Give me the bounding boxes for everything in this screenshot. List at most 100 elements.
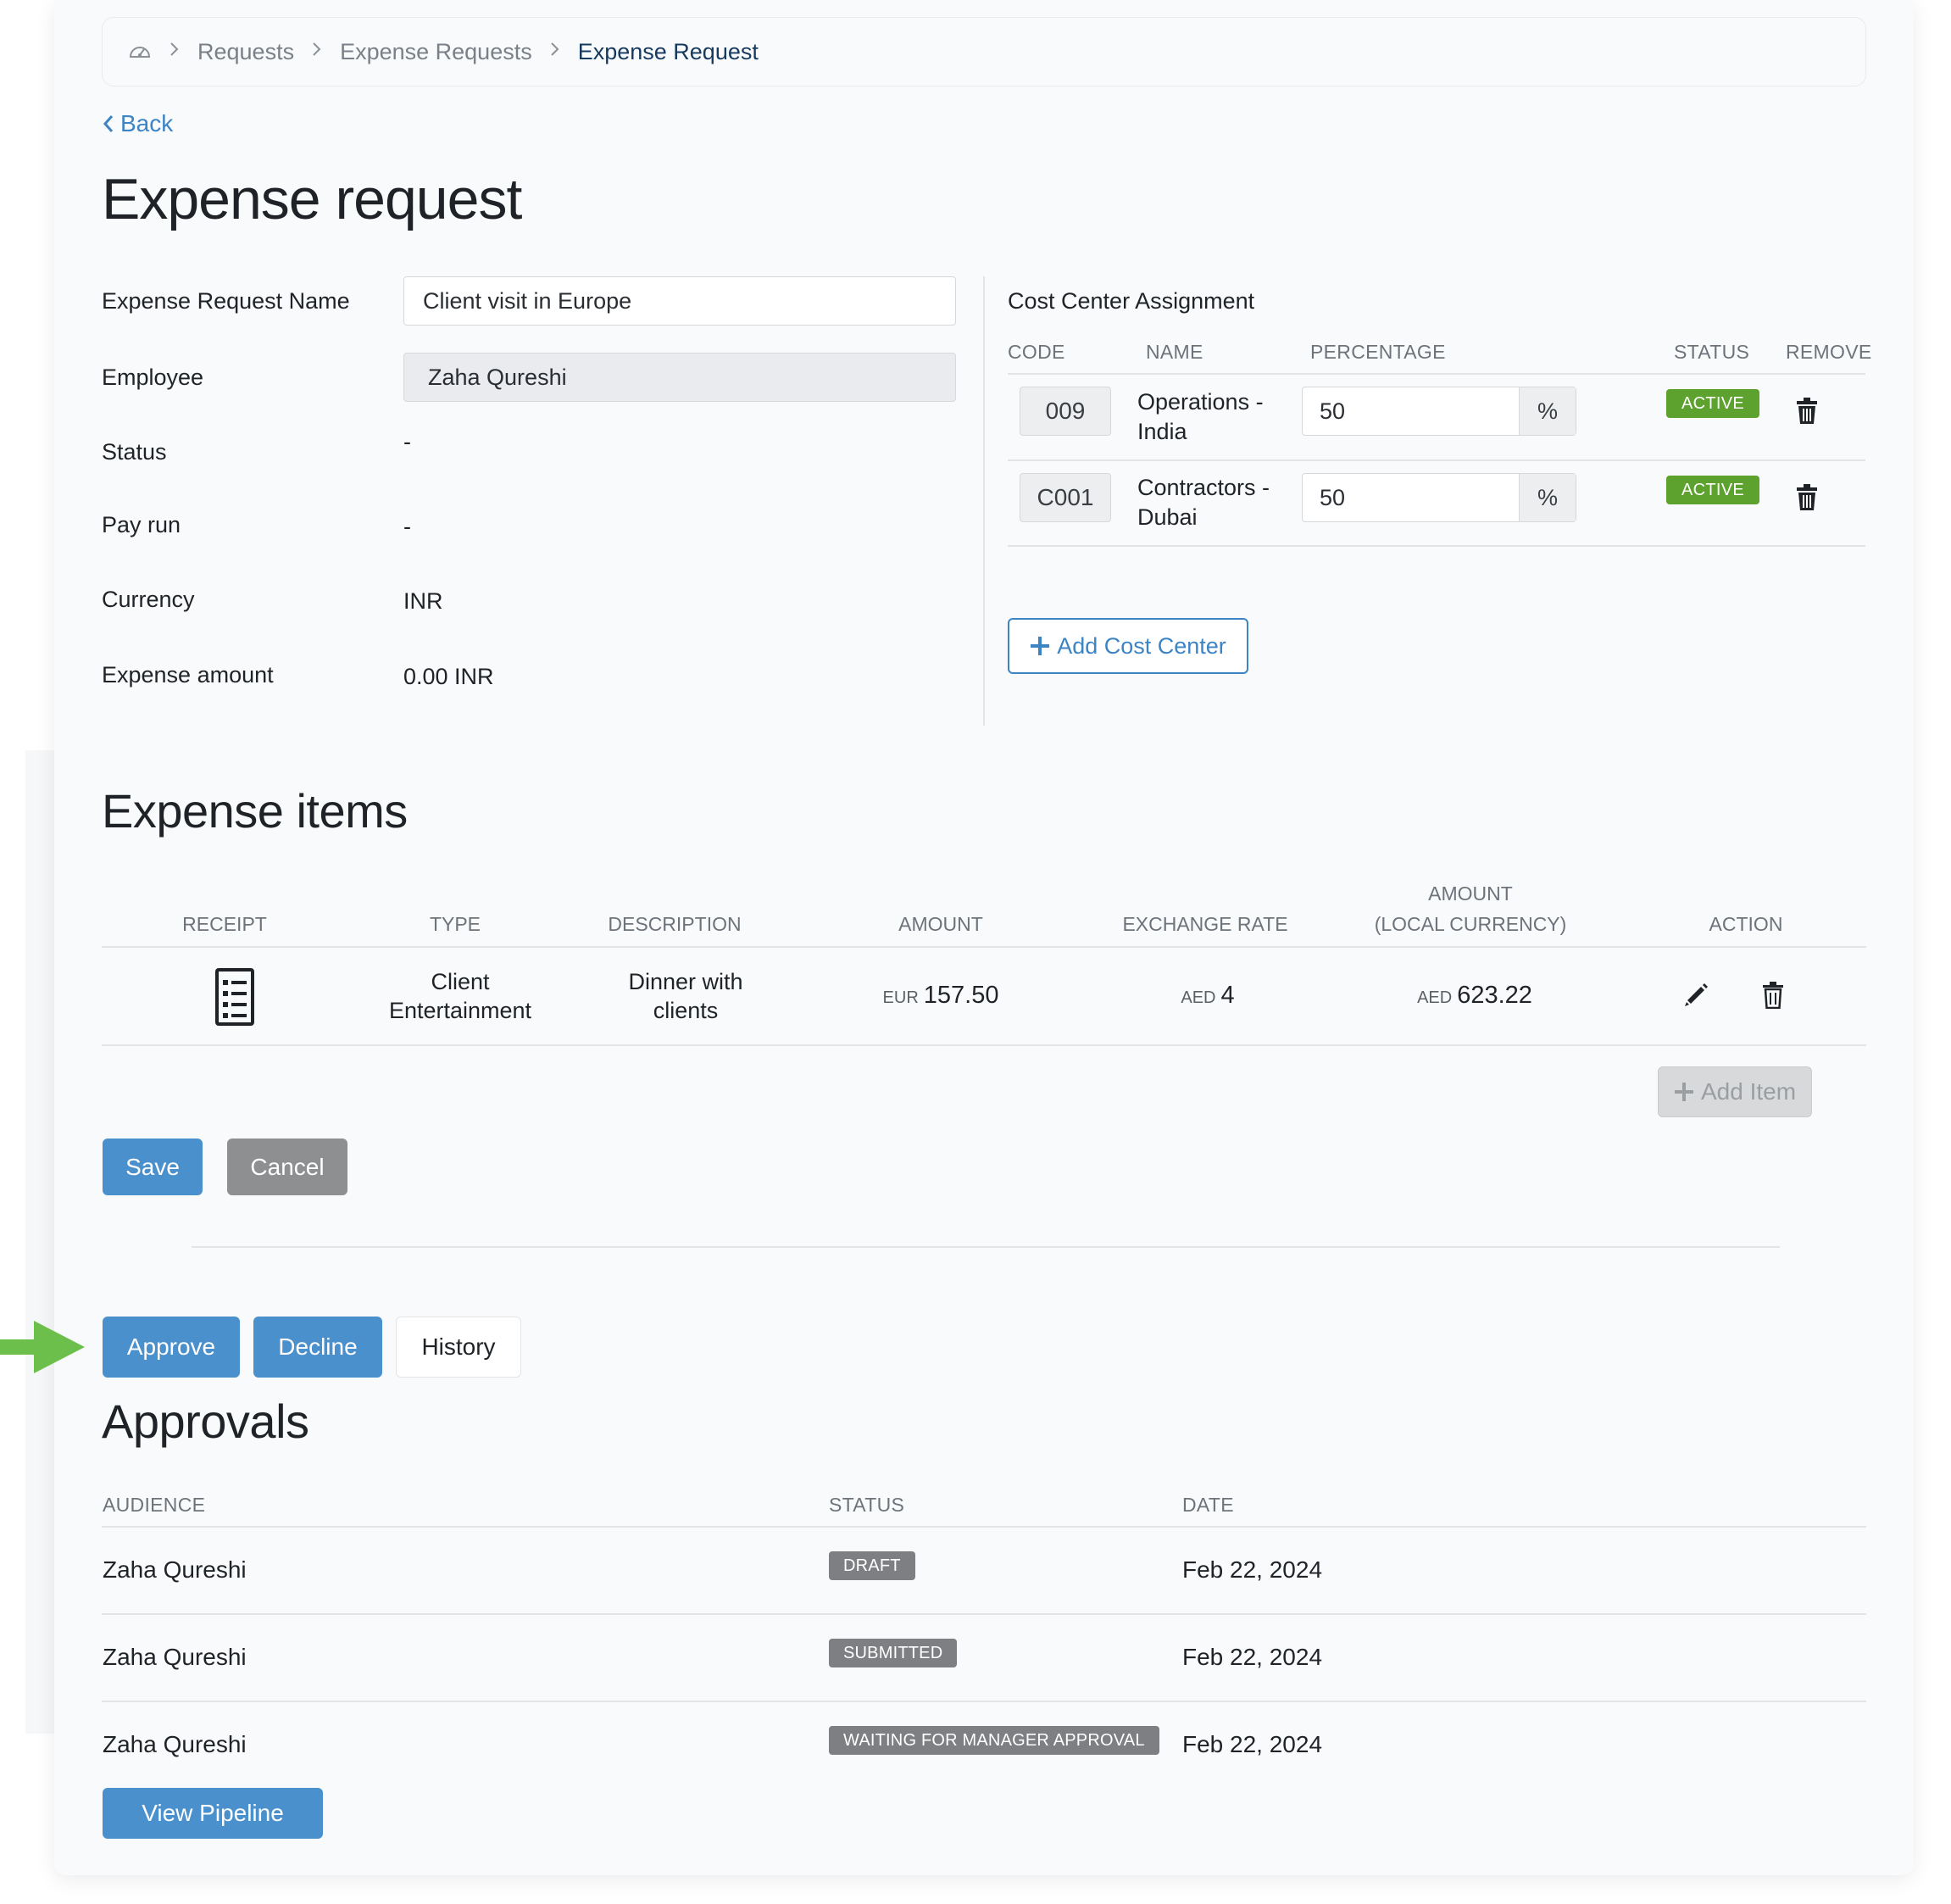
employee-field: Zaha Qureshi (403, 353, 956, 402)
expense-amount-label: Expense amount (102, 662, 274, 688)
status-badge: WAITING FOR MANAGER APPROVAL (829, 1726, 1159, 1755)
chevron-right-icon (311, 40, 323, 64)
expense-items-title: Expense items (102, 784, 408, 838)
trash-icon[interactable] (1762, 982, 1784, 1013)
page: Requests Expense Requests Expense Reques… (0, 0, 1951, 1904)
trash-icon[interactable] (1795, 484, 1819, 511)
cc-name: Contractors - Dubai (1137, 473, 1270, 532)
save-button[interactable]: Save (103, 1139, 203, 1195)
item-type: Client Entertainment (356, 967, 564, 1025)
cc-percentage-field: 50 % (1302, 387, 1576, 436)
breadcrumb-current: Expense Request (577, 38, 759, 64)
decline-button[interactable]: Decline (253, 1317, 382, 1378)
percent-addon: % (1519, 474, 1576, 521)
status-badge: ACTIVE (1666, 476, 1760, 504)
header-line: (LOCAL CURRENCY) (1374, 913, 1567, 935)
item-description: Dinner with clients (590, 967, 781, 1025)
approval-audience: Zaha Qureshi (103, 1731, 247, 1757)
cc-header-status: STATUS (1674, 341, 1750, 363)
add-cost-center-label: Add Cost Center (1057, 632, 1226, 659)
page-title: Expense request (102, 167, 522, 231)
cost-center-title: Cost Center Assignment (1008, 288, 1255, 314)
item-type-line: Client (431, 969, 490, 994)
receipt-icon[interactable] (215, 968, 254, 1030)
expense-request-name-input[interactable]: Client visit in Europe (403, 276, 956, 326)
items-header-receipt: RECEIPT (182, 913, 267, 935)
approve-button[interactable]: Approve (103, 1317, 240, 1378)
divider (102, 1701, 1866, 1702)
item-amount: EUR 157.50 (848, 981, 1034, 1012)
column-divider (983, 276, 985, 726)
cc-percentage-field: 50 % (1302, 473, 1576, 522)
cc-header-code: CODE (1008, 341, 1065, 363)
breadcrumb-expense-requests[interactable]: Expense Requests (340, 39, 532, 65)
item-local-amount: AED 623.22 (1373, 981, 1576, 1012)
rate-value: 4 (1220, 982, 1235, 1009)
plus-icon (1674, 1082, 1694, 1102)
trash-icon[interactable] (1795, 398, 1819, 425)
items-header-action: ACTION (1709, 913, 1783, 935)
cc-name: Operations - India (1137, 387, 1264, 447)
expense-amount-value: 0.00 INR (403, 664, 494, 689)
expense-request-name-label: Expense Request Name (102, 288, 350, 314)
cc-name-line: Dubai (1137, 504, 1198, 530)
divider (102, 1613, 1866, 1615)
approval-date: Feb 22, 2024 (1182, 1644, 1323, 1670)
divider (102, 1526, 1866, 1528)
divider (102, 1044, 1866, 1046)
back-link[interactable]: Back (102, 110, 173, 137)
local-amount-value: 623.22 (1457, 982, 1532, 1009)
pencil-icon[interactable] (1684, 982, 1709, 1011)
add-cost-center-button[interactable]: Add Cost Center (1008, 618, 1248, 674)
cc-name-line: India (1137, 419, 1187, 444)
cc-header-remove: REMOVE (1786, 341, 1872, 363)
currency-code: AED (1417, 988, 1453, 1007)
chevron-right-icon (169, 40, 181, 64)
percent-addon: % (1519, 387, 1576, 435)
view-pipeline-button[interactable]: View Pipeline (103, 1788, 323, 1839)
items-header-amount: AMOUNT (898, 913, 983, 935)
percentage-input[interactable]: 50 (1303, 474, 1519, 521)
dashboard-icon[interactable] (128, 42, 152, 62)
status-badge: SUBMITTED (829, 1639, 958, 1667)
cc-code-field: C001 (1020, 473, 1111, 522)
background-strip (25, 750, 54, 1734)
arrow-right-icon (0, 1321, 85, 1373)
plus-icon (1030, 636, 1050, 656)
divider (1008, 459, 1865, 461)
breadcrumb: Requests Expense Requests Expense Reques… (102, 17, 1866, 86)
pay-run-label: Pay run (102, 512, 181, 537)
add-item-label: Add Item (1700, 1078, 1797, 1105)
approvals-header-date: DATE (1182, 1494, 1234, 1516)
status-badge: DRAFT (829, 1551, 915, 1580)
divider (192, 1246, 1780, 1248)
currency-code: AED (1181, 988, 1216, 1007)
approvals-title: Approvals (102, 1395, 309, 1448)
divider (1008, 373, 1865, 375)
approval-audience: Zaha Qureshi (103, 1556, 247, 1583)
header-line: AMOUNT (1428, 882, 1513, 905)
chevron-left-icon (102, 114, 115, 134)
cc-header-name: NAME (1146, 341, 1203, 363)
percentage-input[interactable]: 50 (1303, 387, 1519, 435)
divider (102, 946, 1866, 948)
divider (1008, 545, 1865, 547)
history-button[interactable]: History (396, 1317, 521, 1378)
cc-header-percentage: PERCENTAGE (1310, 341, 1446, 363)
breadcrumb-requests[interactable]: Requests (197, 39, 294, 65)
cc-name-line: Operations - (1137, 389, 1264, 415)
cancel-button[interactable]: Cancel (227, 1139, 347, 1195)
add-item-button[interactable]: Add Item (1658, 1066, 1812, 1117)
status-badge: ACTIVE (1666, 389, 1760, 418)
items-header-type: TYPE (429, 913, 481, 935)
pay-run-value: - (403, 514, 411, 539)
items-header-description: DESCRIPTION (608, 913, 742, 935)
item-type-line: Entertainment (388, 998, 532, 1023)
currency-label: Currency (102, 587, 195, 612)
back-label: Back (120, 110, 174, 136)
cc-code-field: 009 (1020, 387, 1111, 436)
currency-value: INR (403, 588, 443, 614)
employee-label: Employee (102, 365, 204, 390)
amount-value: 157.50 (923, 982, 999, 1009)
items-header-exchange-rate: EXCHANGE RATE (1122, 913, 1288, 935)
